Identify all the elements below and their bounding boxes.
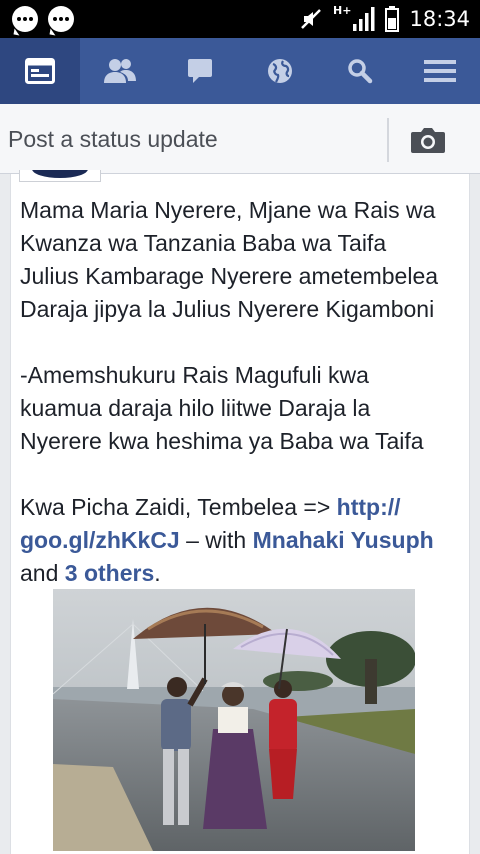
newsfeed-icon xyxy=(25,58,55,84)
menu-icon xyxy=(424,60,456,82)
post-paragraph: -Amemshukuru Rais Magufuli kwa kuamua da… xyxy=(20,362,424,454)
chat-icon xyxy=(188,59,212,83)
tab-more[interactable] xyxy=(400,38,480,104)
post-link[interactable]: http:// xyxy=(337,494,401,520)
mute-icon xyxy=(301,9,321,29)
tagged-person-link[interactable]: Mnahaki Yusuph xyxy=(253,527,434,553)
post-text-segment: Kwa Picha Zaidi, Tembelea => xyxy=(20,494,337,520)
clock: 18:34 xyxy=(409,7,470,31)
tab-messages[interactable] xyxy=(160,38,240,104)
tagged-others-link[interactable]: 3 others xyxy=(65,560,154,586)
camera-icon xyxy=(411,128,445,153)
search-icon xyxy=(348,59,373,84)
composer-divider xyxy=(387,118,389,162)
status-bar: H+ 18:34 xyxy=(0,0,480,38)
chat-bubble-icon xyxy=(48,6,74,32)
feed-post: Mama Maria Nyerere, Mjane wa Rais wa Kwa… xyxy=(10,170,470,854)
avatar[interactable] xyxy=(19,170,101,182)
post-text-segment: – with xyxy=(179,527,253,553)
top-nav-bar xyxy=(0,38,480,104)
tab-friend-requests[interactable] xyxy=(80,38,160,104)
post-paragraph: Mama Maria Nyerere, Mjane wa Rais wa Kwa… xyxy=(20,197,439,322)
network-type: H+ xyxy=(333,3,352,17)
tab-search[interactable] xyxy=(320,38,400,104)
tab-news-feed[interactable] xyxy=(0,38,80,104)
post-text-segment: and xyxy=(20,560,65,586)
chat-bubble-icon xyxy=(12,6,38,32)
globe-icon xyxy=(268,59,292,83)
post-link[interactable]: goo.gl/zhKkCJ xyxy=(20,527,180,553)
photo-button[interactable] xyxy=(410,126,456,156)
battery-icon xyxy=(385,6,400,32)
post-paragraph: Kwa Picha Zaidi, Tembelea => http:// goo.… xyxy=(20,491,465,590)
post-text-segment: . xyxy=(154,560,161,586)
tab-notifications[interactable] xyxy=(240,38,320,104)
signal-icon xyxy=(353,7,375,31)
post-body: Mama Maria Nyerere, Mjane wa Rais wa Kwa… xyxy=(20,194,465,590)
post-photo[interactable] xyxy=(53,589,415,851)
friends-icon xyxy=(104,59,136,83)
status-input[interactable]: Post a status update xyxy=(8,126,218,153)
status-composer: Post a status update xyxy=(0,104,480,174)
